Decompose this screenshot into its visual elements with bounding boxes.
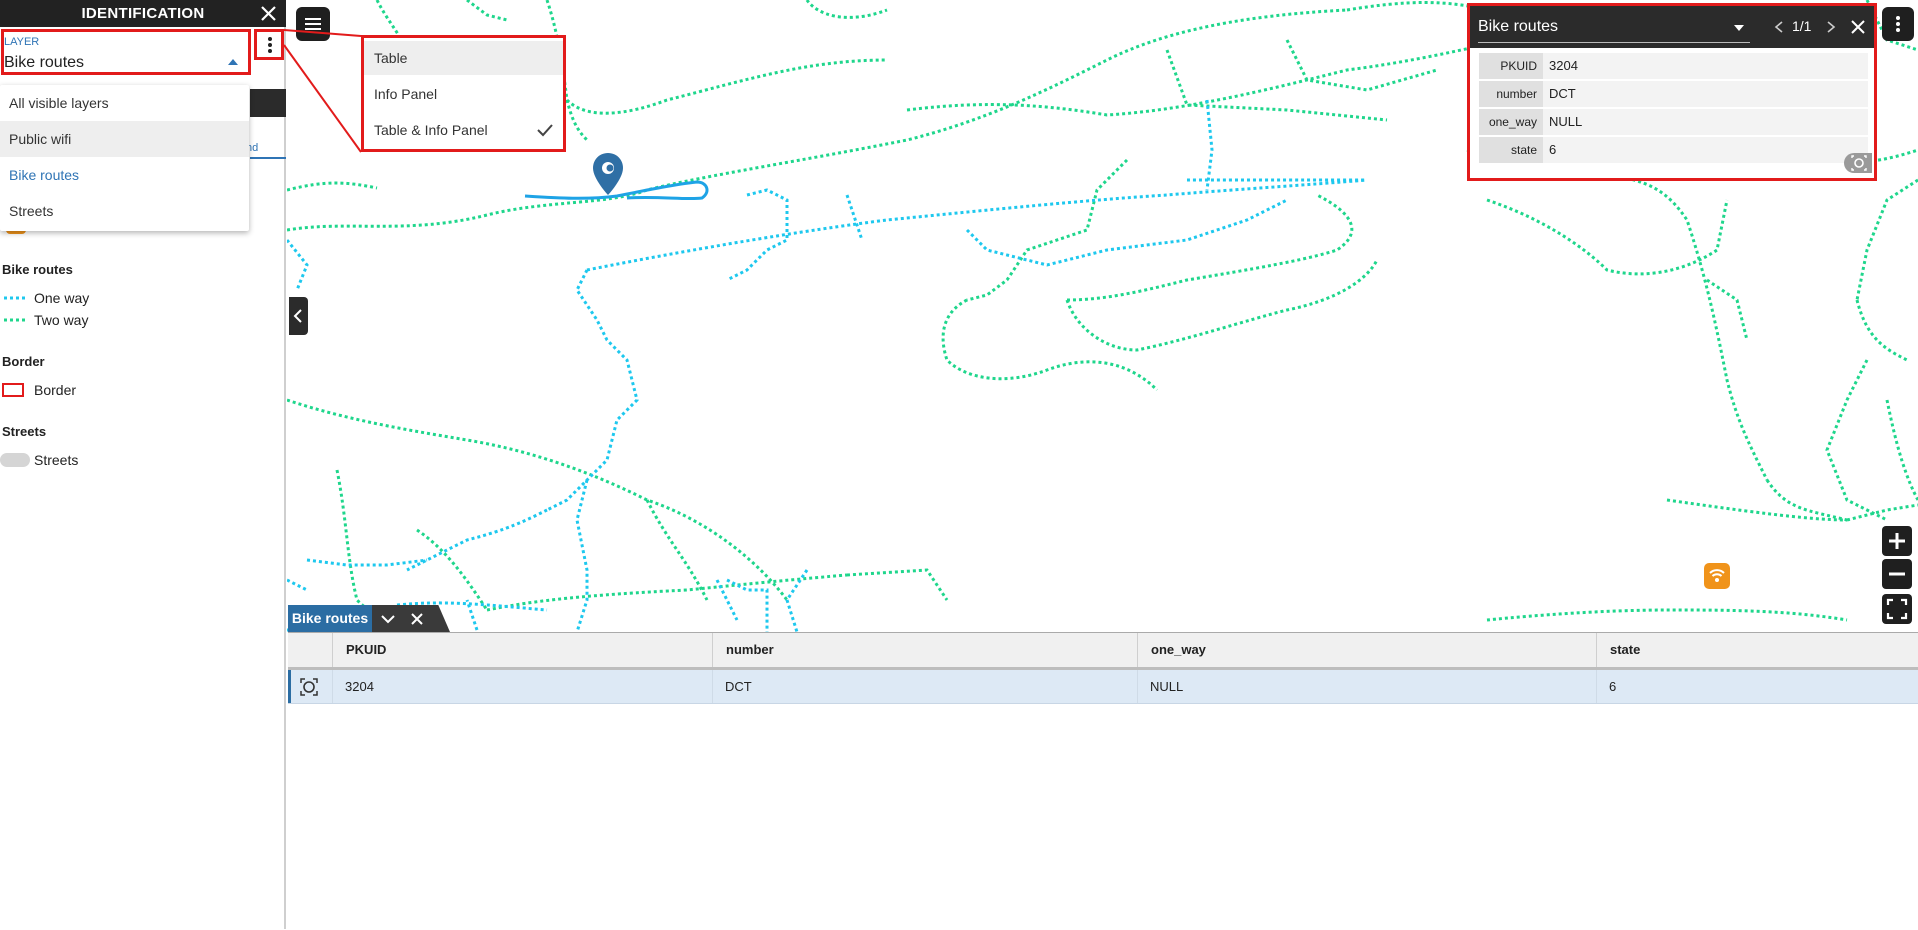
- info-field-row: number DCT: [1479, 81, 1868, 108]
- map-options-kebab-icon[interactable]: [1882, 7, 1914, 41]
- fullscreen-button[interactable]: [1882, 594, 1912, 624]
- column-header-pkuid[interactable]: PKUID: [332, 633, 712, 667]
- tab-underline: [250, 157, 286, 159]
- chevron-down-icon[interactable]: [380, 611, 396, 627]
- two-way-swatch: [4, 318, 26, 322]
- caret-up-icon: [228, 59, 238, 65]
- legend-item-border: Border: [34, 382, 77, 398]
- info-field-row: state 6: [1479, 137, 1868, 164]
- kebab-dot: [268, 37, 272, 41]
- dropdown-item-public-wifi[interactable]: Public wifi: [0, 121, 249, 157]
- chevron-right-icon[interactable]: [1825, 20, 1837, 34]
- chevron-left-icon: [293, 309, 302, 323]
- check-icon: [537, 124, 553, 137]
- close-icon[interactable]: [410, 612, 424, 626]
- plus-icon: [1889, 533, 1905, 549]
- legend-item-streets: Streets: [34, 452, 79, 468]
- menu-item-table[interactable]: Table: [364, 41, 563, 75]
- sidebar-title: IDENTIFICATION: [0, 0, 286, 27]
- sidebar-tab-bar: [250, 89, 286, 117]
- hamburger-line: [305, 23, 321, 25]
- field-key: PKUID: [1479, 53, 1543, 79]
- kebab-dot: [1896, 28, 1900, 32]
- legend-heading-streets: Streets: [2, 424, 47, 439]
- collapse-sidebar-button[interactable]: [289, 297, 308, 335]
- menu-item-label: Table & Info Panel: [374, 122, 488, 138]
- info-field-row: one_way NULL: [1479, 109, 1868, 136]
- layer-select[interactable]: LAYER Bike routes: [1, 29, 251, 75]
- close-icon[interactable]: [259, 4, 278, 23]
- identification-sidebar: IDENTIFICATION LAYER Bike routes nd All …: [0, 0, 286, 929]
- layer-select-value: Bike routes: [4, 54, 85, 71]
- streets-swatch: [0, 453, 30, 467]
- kebab-icon[interactable]: [254, 29, 284, 60]
- view-mode-menu: Table Info Panel Table & Info Panel: [361, 35, 566, 152]
- info-field-row: PKUID 3204: [1479, 53, 1868, 80]
- legend-heading-border: Border: [2, 354, 45, 369]
- field-key: number: [1479, 81, 1543, 107]
- wifi-icon[interactable]: [1704, 563, 1730, 589]
- table-cell: DCT: [712, 670, 1137, 703]
- row-selection-marker: [288, 670, 291, 703]
- zoom-in-button[interactable]: [1882, 526, 1912, 556]
- hamburger-icon[interactable]: [296, 7, 330, 41]
- attribute-table: PKUID number one_way state 3204 DCT NULL…: [288, 632, 1918, 930]
- info-panel-header: Bike routes 1/1: [1470, 6, 1874, 48]
- table-cell: 3204: [332, 670, 712, 703]
- feature-counter: 1/1: [1792, 18, 1812, 34]
- field-key: one_way: [1479, 109, 1543, 135]
- info-panel-layer-select[interactable]: Bike routes: [1478, 15, 1750, 43]
- field-value: DCT: [1543, 81, 1868, 107]
- caret-down-icon: [1734, 25, 1744, 31]
- table-tab-tools: [372, 605, 450, 632]
- column-header-one-way[interactable]: one_way: [1137, 633, 1596, 667]
- dropdown-item-streets[interactable]: Streets: [0, 193, 249, 229]
- field-key: state: [1479, 137, 1543, 163]
- column-header-state[interactable]: state: [1596, 633, 1918, 667]
- one-way-swatch: [4, 296, 26, 300]
- field-value: 3204: [1543, 53, 1868, 79]
- chevron-left-icon[interactable]: [1773, 20, 1785, 34]
- zoom-to-icon[interactable]: [298, 676, 320, 698]
- zoom-to-feature-button[interactable]: [1844, 153, 1872, 173]
- border-swatch: [2, 383, 24, 397]
- menu-item-table-info-panel[interactable]: Table & Info Panel: [364, 113, 563, 147]
- field-value: 6: [1543, 137, 1868, 163]
- fullscreen-icon: [1886, 598, 1908, 620]
- table-cell: 6: [1596, 670, 1918, 703]
- map-pin-icon[interactable]: [593, 153, 623, 195]
- field-value: NULL: [1543, 109, 1868, 135]
- table-row[interactable]: 3204 DCT NULL 6: [288, 670, 1918, 704]
- dropdown-item-bike-routes[interactable]: Bike routes: [0, 157, 249, 193]
- hamburger-line: [305, 28, 321, 30]
- info-panel-layer-label: Bike routes: [1478, 18, 1559, 35]
- menu-item-info-panel[interactable]: Info Panel: [364, 77, 563, 111]
- kebab-dot: [268, 43, 272, 47]
- legend-item-two-way: Two way: [34, 312, 89, 328]
- minus-icon: [1889, 572, 1905, 576]
- table-header: PKUID number one_way state: [288, 633, 1918, 670]
- layer-dropdown: All visible layers Public wifi Bike rout…: [0, 85, 249, 231]
- info-panel: Bike routes 1/1 PKUID 3204 number DCT on…: [1467, 3, 1877, 181]
- close-icon[interactable]: [1850, 19, 1866, 35]
- zoom-to-icon: [1851, 155, 1867, 171]
- zoom-out-button[interactable]: [1882, 559, 1912, 589]
- column-header-number[interactable]: number: [712, 633, 1137, 667]
- one-way-routes: [287, 99, 1368, 632]
- layer-select-label: LAYER: [4, 36, 40, 48]
- legend-heading-bike-routes: Bike routes: [2, 262, 73, 277]
- dropdown-item-all-visible-layers[interactable]: All visible layers: [0, 85, 249, 121]
- legend-item-one-way: One way: [34, 290, 90, 306]
- hamburger-line: [305, 18, 321, 20]
- table-tab-bike-routes[interactable]: Bike routes: [288, 605, 372, 632]
- kebab-dot: [268, 49, 272, 53]
- kebab-dot: [1896, 22, 1900, 26]
- table-cell: NULL: [1137, 670, 1596, 703]
- kebab-dot: [1896, 16, 1900, 20]
